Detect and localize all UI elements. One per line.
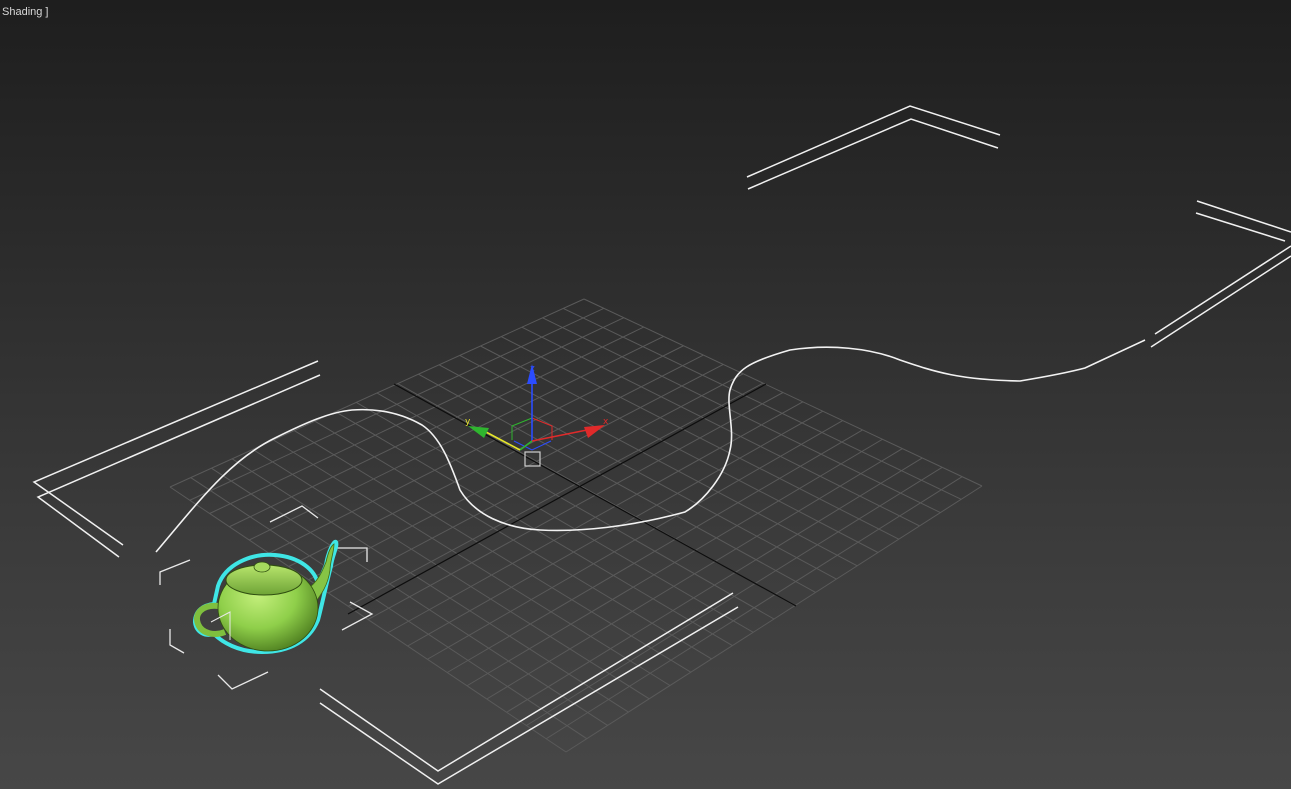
track-segment-right-inner[interactable]: [1195, 212, 1286, 242]
track-segment-top-inner[interactable]: [747, 118, 999, 190]
gizmo-plane-xz[interactable]: [531, 417, 553, 440]
track-segment-left[interactable]: [32, 360, 319, 546]
track-segment-left-inner[interactable]: [36, 374, 321, 558]
gizmo-label-y: y: [465, 417, 471, 427]
gizmo-arrow-y-icon[interactable]: [468, 426, 489, 438]
gizmo-label-x: x: [603, 417, 609, 427]
track-wireframe[interactable]: [32, 105, 1291, 785]
gizmo-label-z: z: [530, 364, 535, 374]
gizmo-plane-yz[interactable]: [511, 417, 533, 440]
home-grid: [169, 298, 983, 753]
track-segment-right-diag-inner[interactable]: [1150, 255, 1291, 348]
gizmo-arrow-x-icon[interactable]: [584, 425, 605, 438]
track-segment-top[interactable]: [746, 105, 1001, 178]
grid-main-axes: [347, 383, 797, 615]
track-segment-right-diag[interactable]: [1154, 245, 1291, 335]
track-segment-bottom[interactable]: [319, 592, 734, 772]
teapot-object[interactable]: [192, 539, 339, 655]
grid-line: [526, 466, 943, 726]
teapot-lid-knob: [253, 561, 271, 573]
scene-canvas[interactable]: z x y: [0, 0, 1291, 789]
spline-path[interactable]: [155, 339, 1146, 553]
viewport-perspective[interactable]: Shading ] z x y: [0, 0, 1291, 789]
transform-gizmo-icon[interactable]: z x y: [465, 364, 609, 467]
